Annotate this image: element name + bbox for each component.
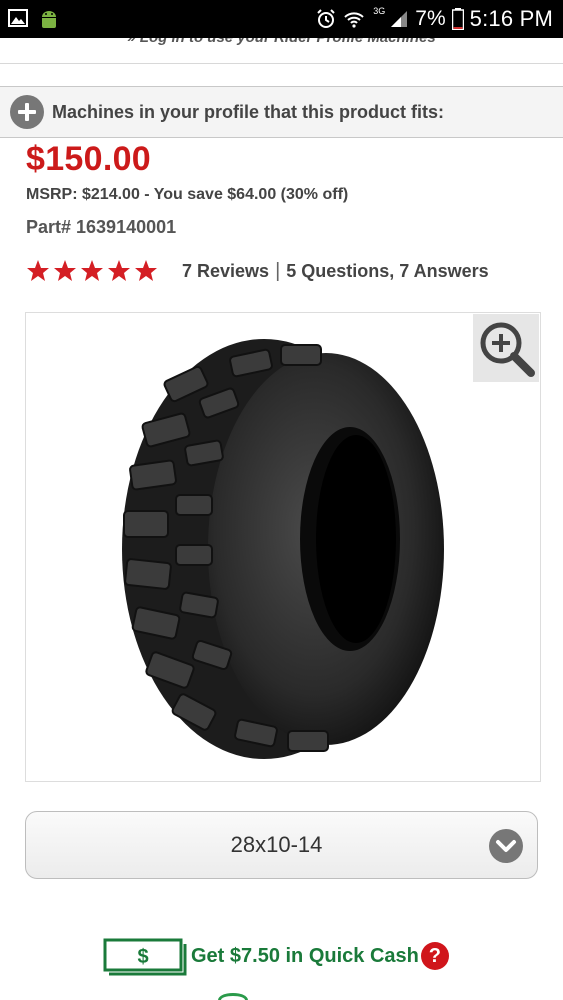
star-icon <box>108 260 130 281</box>
chevron-down-icon <box>489 829 523 863</box>
alarm-icon <box>317 9 335 28</box>
clock: 5:16 PM <box>469 6 553 31</box>
star-icon <box>81 260 103 281</box>
partial-icon-peek <box>218 993 248 1000</box>
gallery-icon <box>8 9 28 27</box>
star-icon <box>135 260 157 281</box>
msrp-savings: MSRP: $214.00 - You save $64.00 (30% off… <box>26 186 349 203</box>
product-price: $150.00 <box>26 140 152 178</box>
wifi-icon <box>344 12 364 28</box>
machines-fit-toggle[interactable]: Machines in your profile that this produ… <box>0 86 563 138</box>
size-select[interactable]: 28x10-14 <box>25 811 538 879</box>
android-icon <box>42 11 56 28</box>
product-image[interactable] <box>25 312 541 782</box>
quick-cash-offer[interactable]: $ Get $7.50 in Quick Cash ? <box>103 934 449 978</box>
reviews-link[interactable]: 7 Reviews <box>182 261 269 282</box>
login-prompt-strip: » Log in to use your Rider Profile Machi… <box>0 38 563 64</box>
quick-cash-label[interactable]: Get $7.50 in Quick Cash <box>191 945 419 968</box>
plus-circle-icon <box>10 95 44 129</box>
battery-percent: 7% <box>415 7 446 30</box>
tire-image <box>122 339 444 759</box>
part-number: Part# 1639140001 <box>26 217 177 237</box>
star-rating[interactable] <box>26 259 158 283</box>
status-bar: 3G 7% 5:16 PM <box>0 0 563 38</box>
help-icon[interactable]: ? <box>420 942 449 970</box>
rating-separator: | <box>275 259 281 282</box>
star-icon <box>27 260 49 281</box>
machines-fit-label: Machines in your profile that this produ… <box>52 101 445 122</box>
cash-bill-icon: $ <box>103 938 187 976</box>
star-icon <box>54 260 76 281</box>
rating-row: 7 Reviews | 5 Questions, 7 Answers <box>26 256 489 286</box>
magnifier-plus-icon <box>480 322 535 377</box>
network-type: 3G <box>373 6 386 16</box>
zoom-button[interactable] <box>473 314 539 382</box>
cash-badge-symbol: $ <box>137 946 148 968</box>
login-prompt-link[interactable]: » Log in to use your Rider Profile Machi… <box>0 38 563 46</box>
size-selected-value: 28x10-14 <box>230 832 323 857</box>
questions-answers-link[interactable]: 5 Questions, 7 Answers <box>286 261 488 282</box>
signal-icon <box>391 11 408 27</box>
battery-icon <box>451 8 464 30</box>
